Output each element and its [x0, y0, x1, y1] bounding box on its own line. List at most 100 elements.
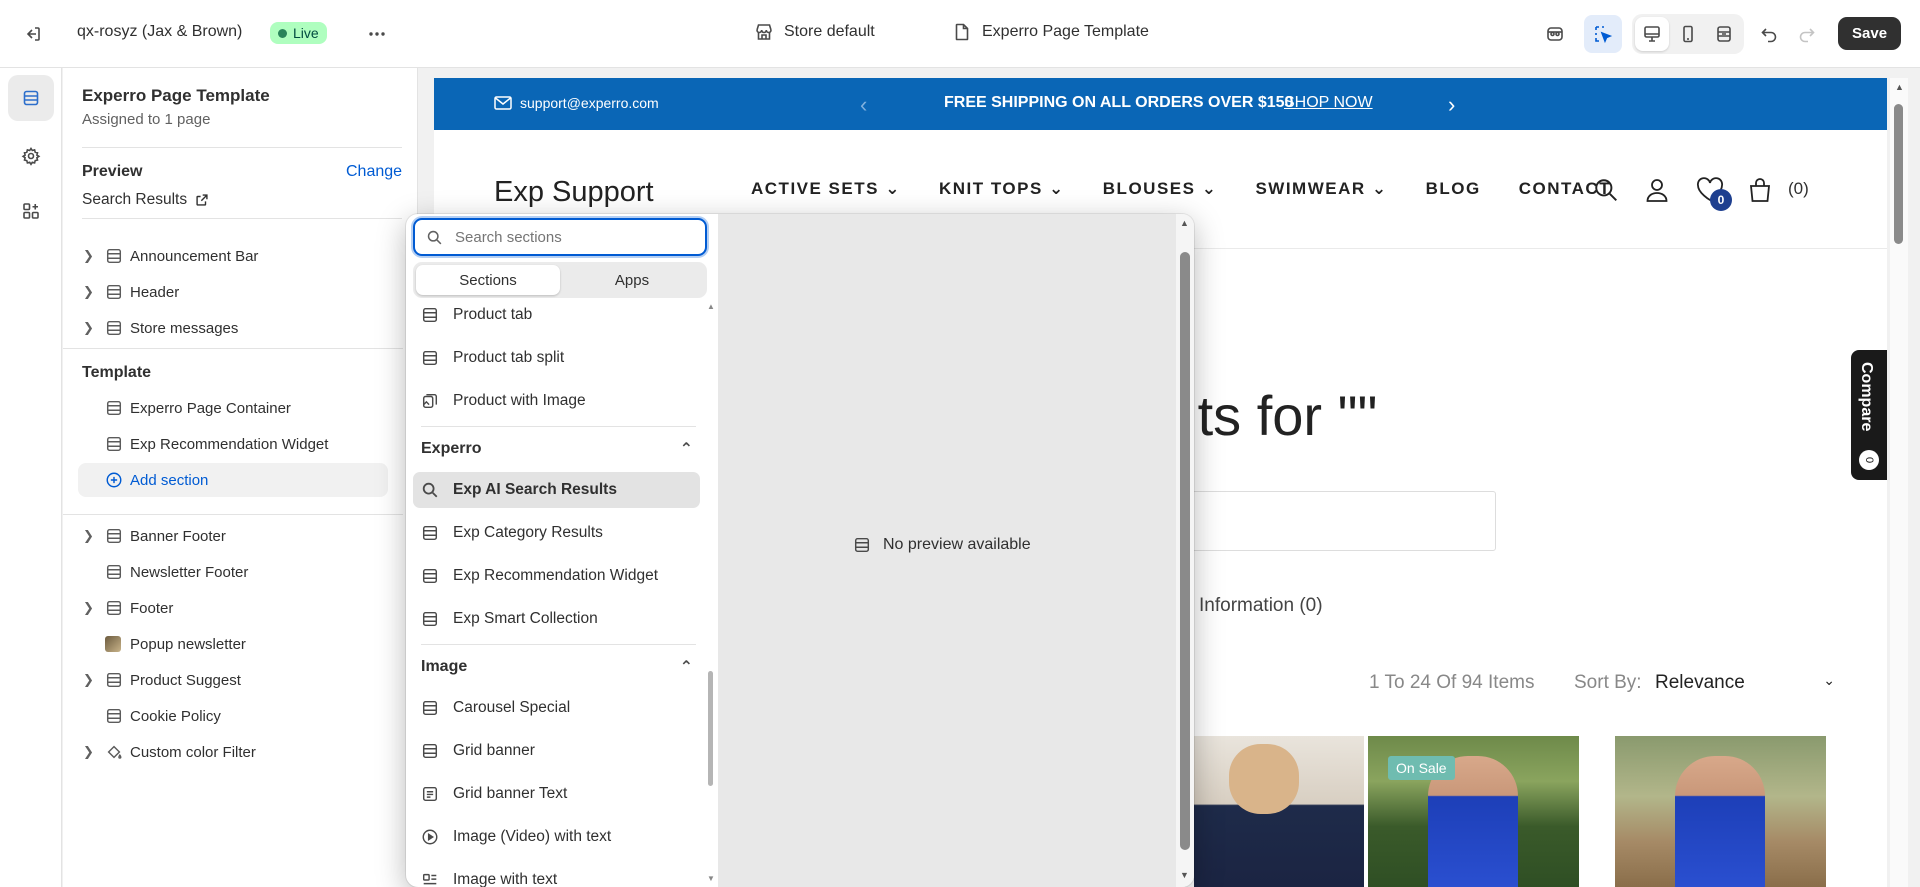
list-item-exp-recommendation-widget[interactable]: Exp Recommendation Widget [413, 558, 700, 594]
divider [82, 218, 402, 219]
product-image[interactable] [1615, 736, 1826, 887]
section-label: Store messages [130, 319, 239, 337]
cart-icon[interactable] [1748, 177, 1772, 203]
list-item-grid-banner-text[interactable]: Grid banner Text [413, 776, 700, 812]
play-icon [422, 829, 438, 845]
popup-thumbnail-icon [105, 636, 121, 652]
list-item-product-tab[interactable]: Product tab [413, 302, 700, 333]
list-item-exp-smart-collection[interactable]: Exp Smart Collection [413, 601, 700, 637]
page-scrollbar-thumb[interactable] [1894, 104, 1903, 244]
list-item-exp-category-results[interactable]: Exp Category Results [413, 515, 700, 551]
redo-button[interactable] [1788, 15, 1826, 53]
store-icon [756, 24, 772, 40]
list-item-exp-ai-search-results[interactable]: Exp AI Search Results [413, 472, 700, 508]
inspector-toggle-button[interactable] [1536, 15, 1574, 53]
page-scrollbar[interactable]: ▲ [1890, 78, 1908, 887]
account-icon[interactable] [1645, 177, 1669, 203]
nav-item-swimwear[interactable]: SWIMWEAR ⌄ [1255, 179, 1387, 199]
add-section-button[interactable]: Add section [78, 463, 388, 497]
compare-tab[interactable]: Compare 0 [1851, 350, 1887, 480]
scroll-up-icon[interactable]: ▲ [1180, 218, 1189, 228]
chevron-right-icon[interactable]: › [1448, 92, 1455, 118]
mobile-view-button[interactable] [1671, 17, 1705, 51]
apps-rail-button[interactable] [8, 188, 54, 234]
search-icon[interactable] [1593, 177, 1619, 203]
scroll-down-icon[interactable]: ▼ [707, 874, 715, 883]
list-item-grid-banner[interactable]: Grid banner [413, 733, 700, 769]
left-rail [0, 68, 62, 887]
nav-item-blog[interactable]: BLOG [1426, 179, 1481, 199]
section-row-cookie-policy[interactable]: Cookie Policy [63, 700, 403, 732]
select-mode-button[interactable] [1584, 15, 1622, 53]
section-row-footer[interactable]: ❯ Footer [63, 592, 403, 624]
tab-apps[interactable]: Apps [560, 265, 704, 295]
preview-value[interactable]: Search Results [82, 191, 209, 209]
save-button[interactable]: Save [1838, 17, 1902, 50]
exit-button[interactable] [14, 15, 52, 53]
chevron-right-icon[interactable]: ❯ [83, 284, 97, 300]
chevron-right-icon[interactable]: ❯ [83, 744, 97, 760]
section-row-announcement-bar[interactable]: ❯ Announcement Bar [63, 240, 403, 272]
section-row-popup-newsletter[interactable]: Popup newsletter [63, 628, 403, 660]
section-icon [422, 350, 438, 366]
scroll-up-icon[interactable]: ▲ [1895, 82, 1904, 92]
sections-rail-button[interactable] [8, 75, 54, 121]
support-email[interactable]: support@experro.com [494, 95, 659, 111]
nav-item-knit-tops[interactable]: KNIT TOPS ⌄ [939, 179, 1065, 199]
preview-change-link[interactable]: Change [346, 163, 402, 181]
chevron-right-icon[interactable]: ❯ [83, 672, 97, 688]
section-row-store-messages[interactable]: ❯ Store messages [63, 312, 403, 344]
preview-scrollbar-thumb[interactable] [1180, 252, 1190, 850]
more-actions-button[interactable] [358, 15, 396, 53]
wishlist-button[interactable]: 0 [1696, 177, 1732, 211]
desktop-view-button[interactable] [1635, 17, 1669, 51]
chevron-right-icon[interactable]: ❯ [83, 528, 97, 544]
product-image[interactable] [1194, 736, 1364, 887]
template-title: Experro Page Template [82, 86, 270, 105]
undo-button[interactable] [1750, 15, 1788, 53]
search-sections-field[interactable] [413, 218, 707, 256]
section-row-custom-color-filter[interactable]: ❯ Custom color Filter [63, 736, 403, 768]
template-selector[interactable]: Experro Page Template [952, 22, 1149, 42]
nav-item-blouses[interactable]: BLOUSES ⌄ [1103, 179, 1218, 199]
section-row-banner-footer[interactable]: ❯ Banner Footer [63, 520, 403, 552]
list-item-image-with-text[interactable]: Image with text [413, 862, 700, 887]
group-header-experro[interactable]: Experro ⌃ [421, 431, 701, 467]
information-tab[interactable]: Information (0) [1199, 595, 1323, 617]
theme-settings-rail-button[interactable] [8, 133, 54, 179]
list-scrollbar-thumb[interactable] [708, 671, 713, 786]
group-header-image[interactable]: Image ⌃ [421, 649, 701, 685]
section-row-newsletter-footer[interactable]: Newsletter Footer [63, 556, 403, 588]
scroll-down-icon[interactable]: ▼ [1180, 870, 1189, 880]
chevron-left-icon[interactable]: ‹ [860, 92, 867, 118]
section-label: Exp Recommendation Widget [130, 435, 329, 453]
nav-item-active-sets[interactable]: ACTIVE SETS ⌄ [751, 179, 901, 199]
preview-scrollbar[interactable]: ▲ ▼ [1176, 214, 1194, 887]
search-results-input[interactable] [1174, 491, 1496, 551]
compare-count: 0 [1859, 450, 1879, 470]
list-item-product-with-image[interactable]: Product with Image [413, 383, 700, 419]
section-label: Header [130, 283, 180, 301]
shop-now-link[interactable]: SHOP NOW [1284, 94, 1373, 112]
scroll-up-icon[interactable]: ▲ [707, 302, 715, 311]
store-logo[interactable]: Exp Support [494, 176, 654, 209]
section-row-exp-recommendation-widget[interactable]: Exp Recommendation Widget [63, 428, 403, 460]
chevron-right-icon[interactable]: ❯ [83, 248, 97, 264]
list-item-product-tab-split[interactable]: Product tab split [413, 340, 700, 376]
sort-select[interactable]: Relevance ⌄ [1655, 672, 1835, 694]
chevron-right-icon[interactable]: ❯ [83, 600, 97, 616]
list-item-label: Carousel Special [453, 699, 571, 716]
list-item-carousel-special[interactable]: Carousel Special [413, 690, 700, 726]
list-item-label: Grid banner [453, 742, 535, 759]
chevron-right-icon[interactable]: ❯ [83, 320, 97, 336]
fullwidth-view-button[interactable] [1707, 17, 1741, 51]
section-row-experro-page-container[interactable]: Experro Page Container [63, 392, 403, 424]
section-row-header[interactable]: ❯ Header [63, 276, 403, 308]
product-image[interactable]: On Sale [1368, 736, 1579, 887]
list-scrollbar[interactable]: ▲ ▼ [705, 302, 717, 887]
theme-selector[interactable]: Store default [754, 22, 875, 42]
search-sections-input[interactable] [455, 228, 695, 246]
list-item-image-video-with-text[interactable]: Image (Video) with text [413, 819, 700, 855]
tab-sections[interactable]: Sections [416, 265, 560, 295]
section-row-product-suggest[interactable]: ❯ Product Suggest [63, 664, 403, 696]
